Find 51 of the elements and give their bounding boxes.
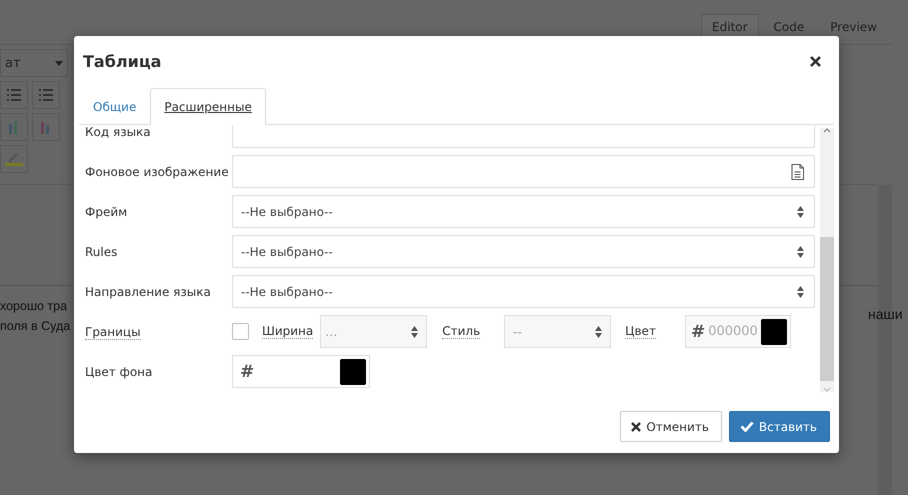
field-label: Ширина (262, 324, 314, 339)
field-label: Стиль (442, 324, 480, 339)
close-icon (631, 422, 642, 432)
view-tab[interactable]: Preview (819, 14, 888, 38)
format-dropdown[interactable]: ат (0, 49, 68, 77)
select-field[interactable]: --Не выбрано-- (232, 275, 815, 308)
updown-icon (797, 246, 804, 258)
check-icon (740, 421, 754, 432)
scrollbar[interactable] (820, 128, 834, 392)
color-swatch[interactable] (340, 358, 366, 384)
list-icon[interactable] (32, 81, 60, 109)
editor-text: поля в Суда (0, 318, 70, 335)
input-field[interactable] (232, 155, 815, 188)
editor-text: наши (868, 306, 903, 322)
chart-icon[interactable] (0, 113, 28, 141)
dialog-title: Таблица (83, 52, 162, 70)
field-label: Цвет фона (85, 364, 154, 378)
updown-icon (595, 326, 602, 338)
color-swatch[interactable] (760, 318, 787, 344)
chart-icon[interactable] (32, 113, 60, 141)
list-icon[interactable] (0, 81, 28, 109)
dialog-tab[interactable]: Расширенные (150, 88, 266, 125)
field-label: Код языка (85, 125, 152, 138)
cancel-button[interactable]: Отменить (620, 411, 722, 442)
field-label: Цвет (625, 324, 656, 339)
view-tab[interactable]: Code (762, 14, 816, 38)
select-field[interactable]: … (320, 315, 428, 348)
close-button[interactable] (808, 54, 823, 68)
view-tab[interactable]: Editor (701, 14, 759, 38)
field-label: Фрейм (85, 204, 128, 218)
field-label: Фоновое изображение (85, 164, 230, 178)
color-field[interactable]: # 000000 (684, 315, 791, 348)
select-field[interactable]: --Не выбрано-- (232, 235, 815, 268)
updown-icon (797, 286, 804, 298)
insert-button[interactable]: Вставить (728, 411, 830, 442)
chevron-down-icon[interactable] (823, 387, 831, 392)
chevron-up-icon[interactable] (823, 128, 831, 133)
field-label: Rules (85, 244, 118, 258)
updown-icon (797, 206, 804, 218)
select-field[interactable]: --Не выбрано-- (232, 195, 815, 228)
editor-text: хорошо тра (0, 298, 68, 315)
caret-icon (55, 60, 63, 66)
color-field[interactable]: # (232, 355, 370, 388)
highlighter-icon[interactable] (0, 145, 28, 173)
field-label: Границы (85, 324, 141, 340)
checkbox[interactable] (232, 323, 249, 340)
document-icon[interactable] (791, 164, 804, 180)
dialog-tab[interactable]: Общие (79, 88, 150, 125)
updown-icon (411, 326, 418, 338)
select-field[interactable]: -- (504, 315, 612, 348)
field-label: Направление языка (85, 284, 212, 298)
